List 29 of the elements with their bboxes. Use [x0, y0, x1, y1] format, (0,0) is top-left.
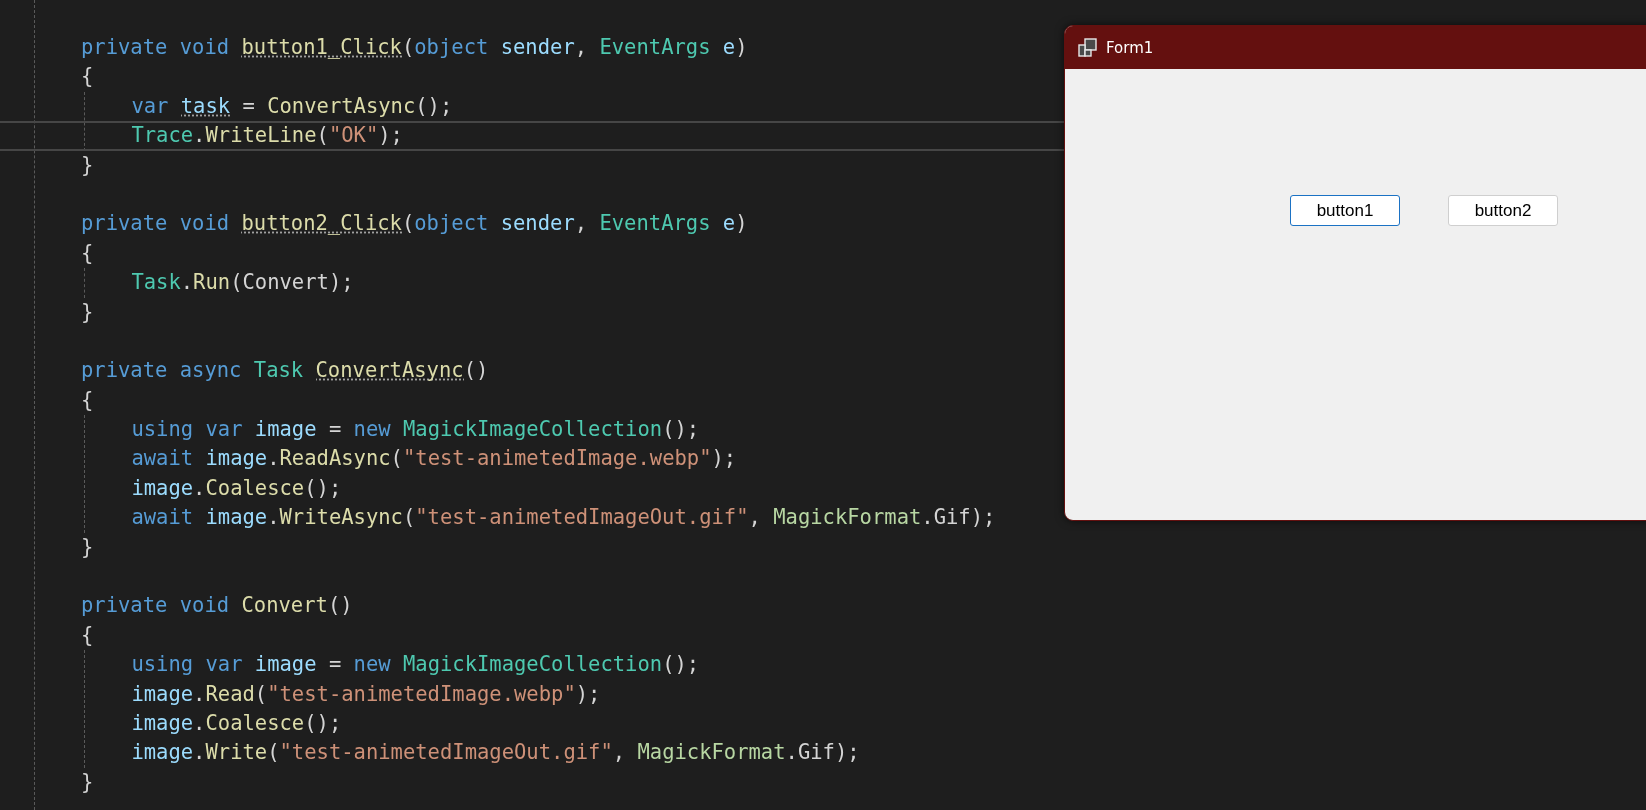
code-line: {: [81, 239, 94, 267]
code-line: }: [81, 151, 94, 179]
code-line: }: [81, 768, 94, 796]
window-title: Form1: [1106, 38, 1154, 57]
code-line: image.Read("test-animetedImage.webp");: [131, 680, 601, 708]
code-line: }: [81, 533, 94, 561]
code-line: using var image = new MagickImageCollection();: [131, 651, 700, 679]
code-line: image.Write("test-animetedImageOut.gif", MagickFormat.Gif);: [131, 739, 860, 767]
code-line: Trace.WriteLine("OK");: [131, 123, 403, 149]
code-line: }: [81, 298, 94, 326]
code-line: private async Task ConvertAsync(): [81, 357, 489, 385]
code-line: {: [81, 63, 94, 91]
code-line: private void Convert(): [81, 592, 353, 620]
code-line: var task = ConvertAsync();: [131, 92, 453, 120]
code-line: {: [81, 386, 94, 414]
indent-guide: [84, 91, 85, 151]
form-button[interactable]: button2: [1448, 195, 1558, 226]
code-line: await image.WriteAsync("test-animetedImageOut.gif", MagickFormat.Gif);: [131, 504, 996, 532]
code-line: {: [81, 621, 94, 649]
code-line: using var image = new MagickImageCollection();: [131, 416, 700, 444]
code-line: private void button1_Click(object sender, EventArgs e): [81, 34, 748, 61]
form-button[interactable]: button1: [1290, 195, 1400, 226]
code-line: await image.ReadAsync("test-animetedImage.webp");: [131, 445, 737, 473]
code-line: image.Coalesce();: [131, 474, 342, 502]
indent-guide: [84, 268, 85, 298]
code-line: Task.Run(Convert);: [131, 269, 354, 297]
code-line: image.Coalesce();: [131, 710, 342, 737]
window-icon: [1078, 37, 1098, 58]
code-line: private void button2_Click(object sender, EventArgs e): [81, 210, 748, 238]
